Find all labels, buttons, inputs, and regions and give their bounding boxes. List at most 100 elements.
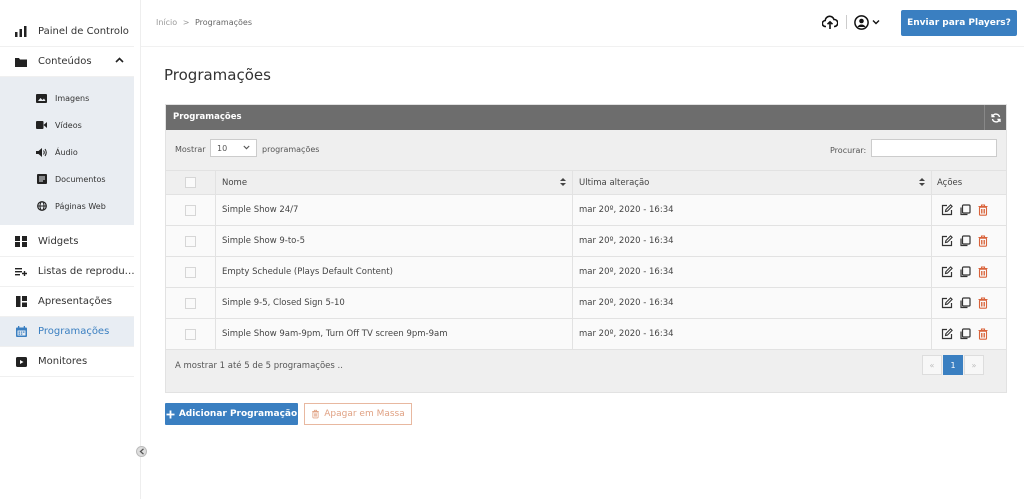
submenu-item-videos[interactable]: Vídeos: [36, 120, 82, 130]
submenu-item-webpages[interactable]: Páginas Web: [36, 201, 106, 211]
sidebar-item-label: Widgets: [38, 236, 79, 247]
row-actions: [932, 319, 1006, 349]
table-row: Simple Show 24/7 mar 20º, 2020 - 16:34: [166, 195, 1006, 226]
submenu-item-audio[interactable]: Áudio: [36, 147, 78, 157]
sort-icon[interactable]: [919, 178, 925, 188]
refresh-button[interactable]: [984, 105, 1006, 130]
select-all-checkbox[interactable]: [185, 177, 196, 188]
row-actions: [932, 226, 1006, 256]
show-entries-suffix: programações: [262, 145, 320, 154]
edit-icon[interactable]: [941, 297, 953, 309]
bulk-delete-button[interactable]: Apagar em Massa: [304, 403, 412, 425]
table-row: Simple Show 9am-9pm, Turn Off TV screen …: [166, 319, 1006, 350]
submenu-item-images[interactable]: Imagens: [36, 93, 89, 103]
row-actions: [932, 257, 1006, 287]
sidebar-item-schedules[interactable]: Programações: [0, 317, 134, 347]
sidebar-item-layouts[interactable]: Apresentações: [0, 287, 134, 317]
sidebar-item-label: Listas de reprodu…: [37, 266, 134, 277]
sort-icon[interactable]: [560, 178, 566, 188]
schedule-name[interactable]: Simple Show 24/7: [216, 195, 573, 225]
column-header-last-modified[interactable]: Ultima alteração: [573, 171, 932, 194]
submenu-label: Páginas Web: [55, 201, 106, 211]
pagination-next[interactable]: »: [964, 355, 984, 375]
search-label: Procurar:: [830, 146, 867, 155]
bulk-delete-label: Apagar em Massa: [324, 409, 405, 419]
sidebar-item-label: Apresentações: [38, 296, 112, 307]
contents-submenu: Imagens Vídeos Áudio Documentos Páginas …: [0, 77, 134, 225]
sidebar-item-widgets[interactable]: Widgets: [0, 227, 134, 257]
table-info: A mostrar 1 até 5 de 5 programações ..: [175, 361, 343, 371]
add-schedule-button[interactable]: Adicionar Programação: [165, 403, 298, 425]
chevron-left-icon: [139, 448, 144, 455]
pagination-prev[interactable]: «: [922, 355, 942, 375]
document-icon: [36, 174, 47, 184]
pagination-page[interactable]: 1: [943, 355, 963, 375]
delete-icon[interactable]: [977, 297, 989, 309]
audio-icon: [36, 147, 47, 157]
schedule-name[interactable]: Simple 9-5, Closed Sign 5-10: [216, 288, 573, 318]
sidebar-item-contents[interactable]: Conteúdos: [0, 47, 134, 77]
edit-icon[interactable]: [941, 204, 953, 216]
user-menu[interactable]: [854, 13, 880, 31]
table-header-row: Nome Ultima alteração Ações: [166, 170, 1006, 195]
row-checkbox[interactable]: [185, 297, 196, 309]
schedule-name[interactable]: Simple Show 9-to-5: [216, 226, 573, 256]
sidebar-item-label: Painel de Controlo: [38, 26, 129, 37]
submenu-label: Vídeos: [55, 120, 82, 130]
last-modified: mar 20º, 2020 - 16:34: [573, 226, 932, 256]
bar-chart-icon: [14, 26, 28, 38]
cloud-upload-icon[interactable]: [821, 14, 839, 30]
column-label: Nome: [222, 177, 248, 188]
widgets-icon: [14, 236, 28, 248]
column-label: Ações: [937, 177, 963, 188]
panel-title: Programações: [173, 112, 242, 122]
user-circle-icon: [854, 14, 869, 30]
copy-icon[interactable]: [959, 266, 971, 278]
chevron-up-icon[interactable]: [115, 56, 124, 66]
layout-icon: [14, 296, 28, 308]
row-checkbox[interactable]: [185, 235, 196, 247]
row-checkbox[interactable]: [185, 204, 196, 216]
edit-icon[interactable]: [941, 266, 953, 278]
breadcrumb: Início > Programações: [156, 18, 252, 27]
copy-icon[interactable]: [959, 204, 971, 216]
breadcrumb-root[interactable]: Início: [156, 18, 177, 27]
row-checkbox[interactable]: [185, 266, 196, 278]
edit-icon[interactable]: [941, 328, 953, 340]
header-divider: [846, 15, 847, 29]
copy-icon[interactable]: [959, 235, 971, 247]
sidebar-item-monitors[interactable]: Monitores: [0, 347, 134, 377]
schedule-name[interactable]: Simple Show 9am-9pm, Turn Off TV screen …: [216, 319, 573, 349]
delete-icon[interactable]: [977, 235, 989, 247]
last-modified: mar 20º, 2020 - 16:34: [573, 257, 932, 287]
submenu-item-documents[interactable]: Documentos: [36, 174, 106, 184]
copy-icon[interactable]: [959, 297, 971, 309]
plus-icon: [166, 410, 175, 418]
add-schedule-label: Adicionar Programação: [178, 409, 298, 419]
table-row: Simple 9-5, Closed Sign 5-10 mar 20º, 20…: [166, 288, 1006, 319]
row-checkbox[interactable]: [185, 328, 196, 340]
sidebar-item-dashboard[interactable]: Painel de Controlo: [0, 17, 134, 47]
delete-icon[interactable]: [977, 204, 989, 216]
calendar-icon: [14, 326, 28, 338]
row-checkbox-cell: [166, 226, 216, 256]
edit-icon[interactable]: [941, 235, 953, 247]
page-size-select[interactable]: 10: [210, 139, 257, 157]
copy-icon[interactable]: [959, 328, 971, 340]
submenu-label: Imagens: [55, 93, 90, 103]
chevron-down-icon: [872, 20, 880, 25]
column-header-name[interactable]: Nome: [216, 171, 573, 194]
sidebar-item-playlists[interactable]: Listas de reprodu…: [0, 257, 134, 287]
delete-icon[interactable]: [977, 266, 989, 278]
row-actions: [932, 288, 1006, 318]
schedule-name[interactable]: Empty Schedule (Plays Default Content): [216, 257, 573, 287]
show-entries-label: Mostrar: [175, 145, 206, 154]
send-to-players-button[interactable]: Enviar para Players?: [901, 10, 1017, 36]
collapse-sidebar-button[interactable]: [136, 446, 147, 457]
page-size-value: 10: [217, 143, 228, 153]
delete-icon[interactable]: [977, 328, 989, 340]
submenu-label: Documentos: [55, 174, 106, 184]
table-row: Simple Show 9-to-5 mar 20º, 2020 - 16:34: [166, 226, 1006, 257]
column-header-actions: Ações: [932, 171, 1006, 194]
search-input[interactable]: [871, 139, 997, 157]
